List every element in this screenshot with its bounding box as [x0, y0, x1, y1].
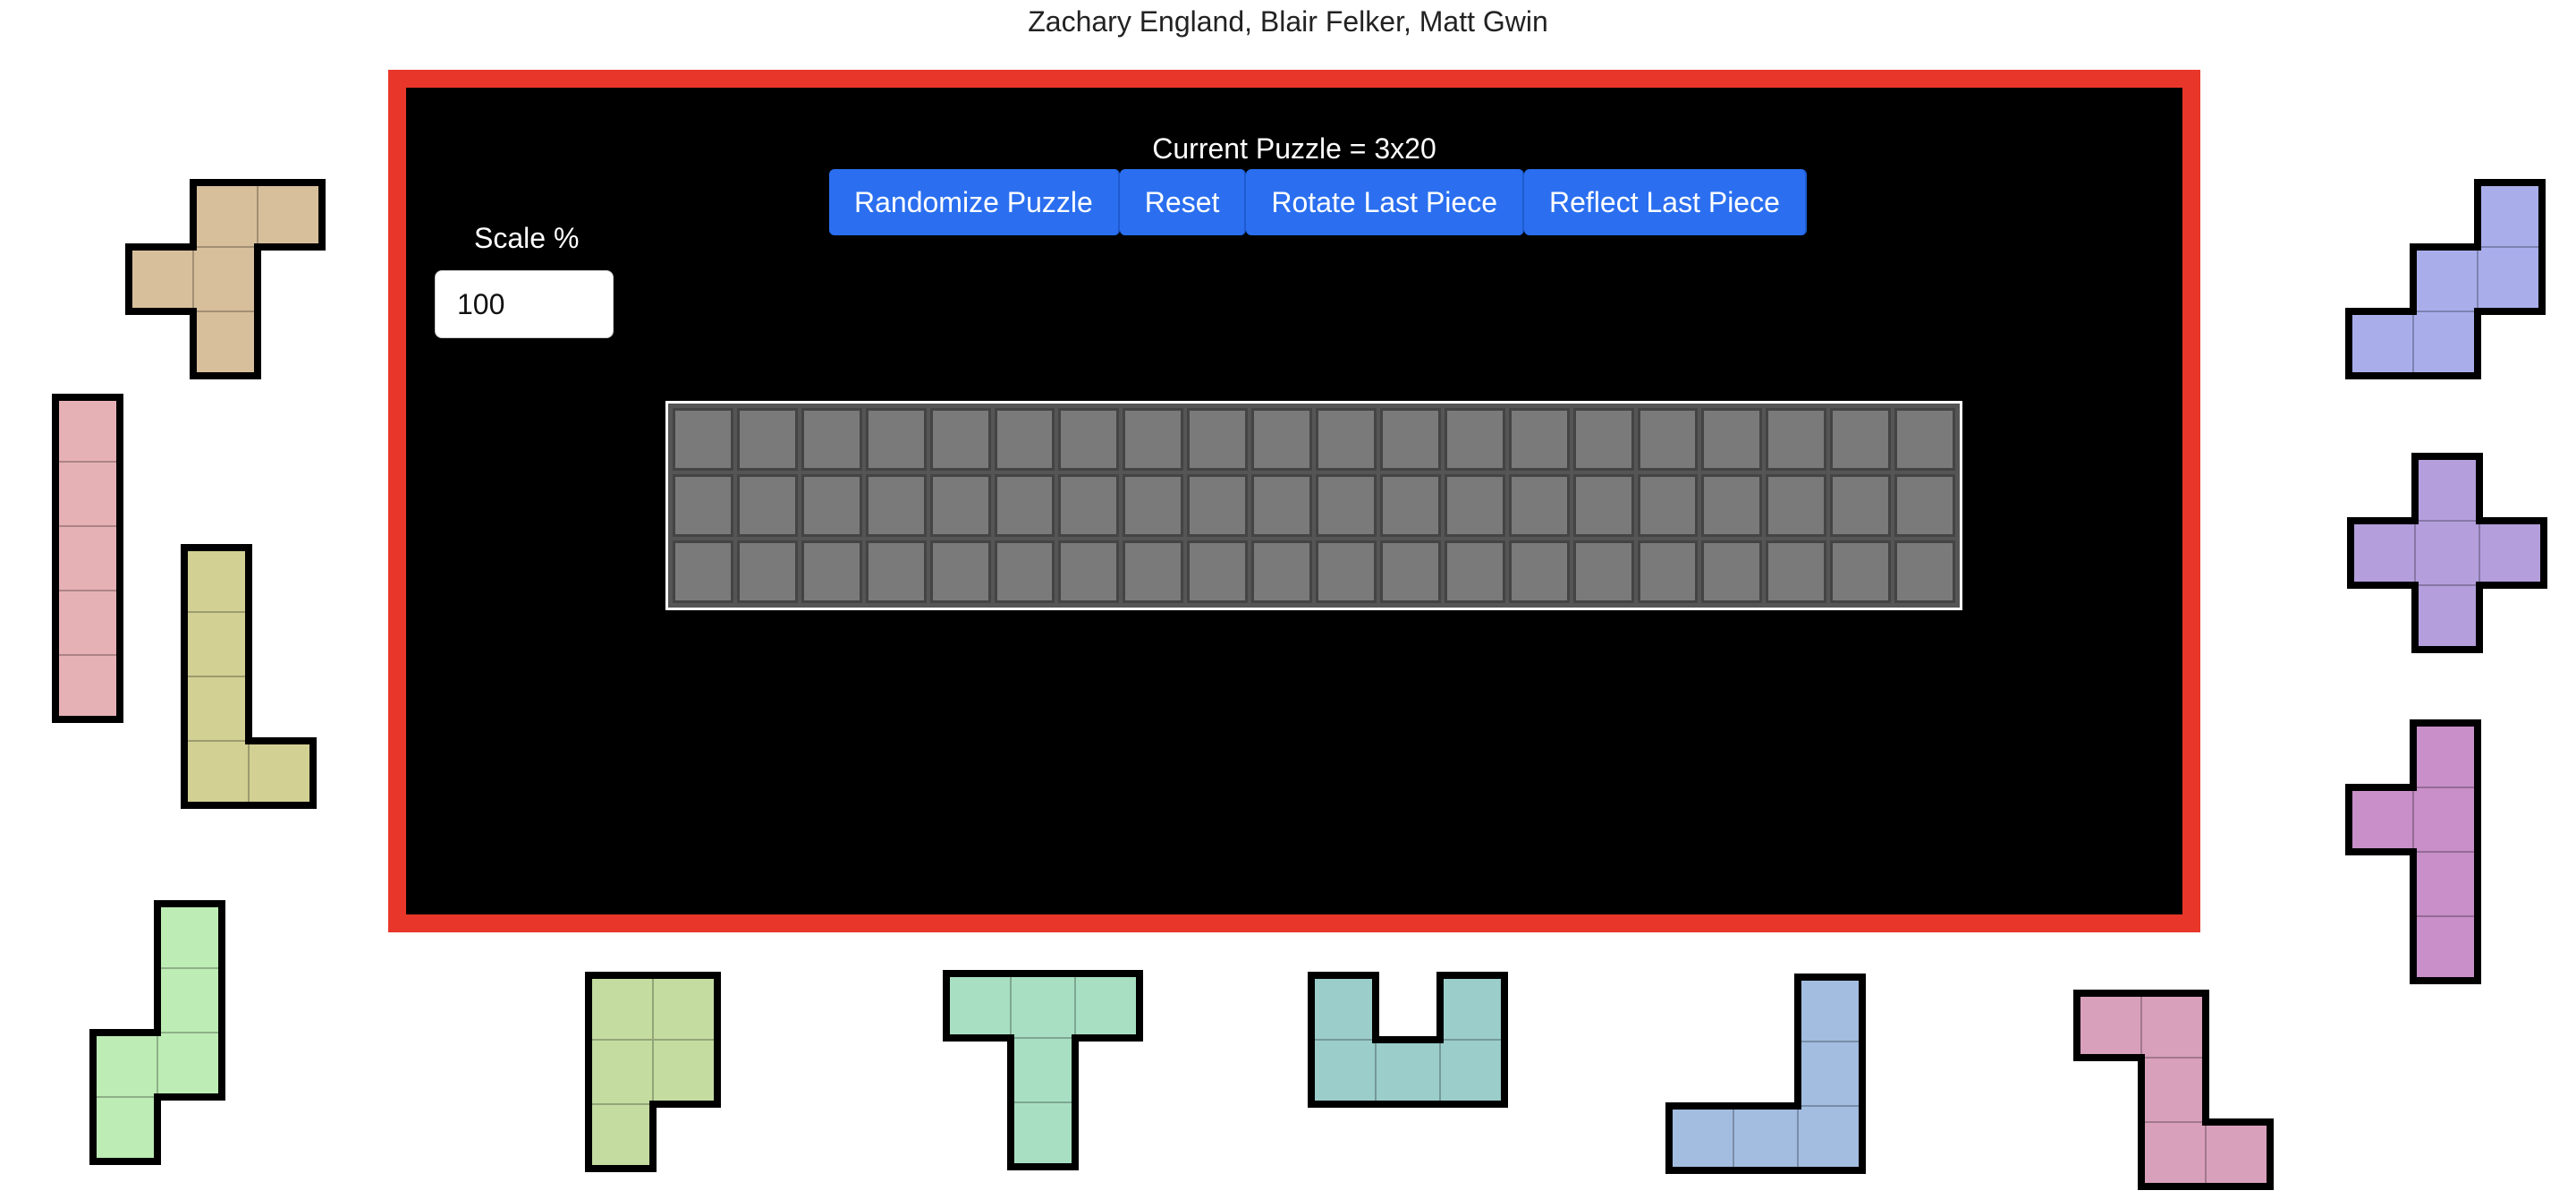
piece-outline [52, 394, 123, 723]
board-cell[interactable] [673, 474, 733, 537]
piece-outline [2345, 179, 2546, 379]
board-cell[interactable] [1830, 474, 1892, 537]
board-cell[interactable] [1508, 540, 1570, 603]
board-cell[interactable] [1894, 474, 1955, 537]
board-cell[interactable] [929, 408, 991, 471]
board-cell[interactable] [1766, 474, 1827, 537]
board-cell[interactable] [1701, 408, 1763, 471]
board-cell[interactable] [1830, 540, 1892, 603]
puzzle-frame: Current Puzzle = 3x20 Randomize Puzzle R… [388, 70, 2200, 932]
piece-outline [1665, 974, 1866, 1174]
board-cell[interactable] [1766, 408, 1827, 471]
board-cell[interactable] [1444, 474, 1505, 537]
board-cell[interactable] [1894, 408, 1955, 471]
board-cell[interactable] [1379, 408, 1441, 471]
board-cell[interactable] [1508, 474, 1570, 537]
board-cell[interactable] [1637, 540, 1699, 603]
board-cell[interactable] [994, 408, 1055, 471]
puzzle-title: Current Puzzle = 3x20 [1152, 132, 1436, 165]
board-cell[interactable] [994, 474, 1055, 537]
board-cell[interactable] [1058, 408, 1120, 471]
board-cell[interactable] [1379, 540, 1441, 603]
board-cell[interactable] [1123, 540, 1184, 603]
scale-label: Scale % [474, 222, 580, 254]
reset-button[interactable]: Reset [1119, 169, 1247, 235]
board-cell[interactable] [1316, 474, 1377, 537]
board-cell[interactable] [1316, 540, 1377, 603]
board-cell[interactable] [1251, 408, 1312, 471]
board-cell[interactable] [1058, 474, 1120, 537]
piece-outline [181, 544, 317, 809]
board-cell[interactable] [801, 540, 862, 603]
board-cell[interactable] [1572, 540, 1634, 603]
board-cell[interactable] [865, 408, 927, 471]
board-cell[interactable] [801, 474, 862, 537]
board-cell[interactable] [1187, 540, 1249, 603]
board-cell[interactable] [1508, 408, 1570, 471]
board-cell[interactable] [929, 540, 991, 603]
board-cell[interactable] [1894, 540, 1955, 603]
board-cell[interactable] [1444, 540, 1505, 603]
board-cell[interactable] [1316, 408, 1377, 471]
board-cell[interactable] [1830, 408, 1892, 471]
board-cell[interactable] [1187, 408, 1249, 471]
piece-outline [1308, 972, 1508, 1108]
board-cell[interactable] [1379, 474, 1441, 537]
board-cell[interactable] [865, 474, 927, 537]
board-cell[interactable] [1637, 408, 1699, 471]
piece-outline [2347, 453, 2547, 653]
board-cell[interactable] [1251, 540, 1312, 603]
piece-outline [585, 972, 721, 1172]
board-cell[interactable] [673, 408, 733, 471]
board-cell[interactable] [1766, 540, 1827, 603]
reflect-last-piece-button[interactable]: Reflect Last Piece [1523, 169, 1807, 235]
piece-outline [2073, 990, 2274, 1190]
toolbar: Randomize Puzzle Reset Rotate Last Piece… [829, 169, 1807, 235]
puzzle-board[interactable] [665, 401, 1962, 610]
board-cell[interactable] [1123, 408, 1184, 471]
board-cell[interactable] [736, 540, 798, 603]
credits: Zachary England, Blair Felker, Matt Gwin [1028, 5, 1548, 38]
board-cell[interactable] [1637, 474, 1699, 537]
board-cell[interactable] [1701, 540, 1763, 603]
board-cell[interactable] [929, 474, 991, 537]
board-cell[interactable] [994, 540, 1055, 603]
app-root: Zachary England, Blair Felker, Matt Gwin… [0, 0, 2576, 1199]
board-cell[interactable] [1572, 408, 1634, 471]
board-cell[interactable] [736, 474, 798, 537]
piece-outline [89, 900, 225, 1165]
board-cell[interactable] [1058, 540, 1120, 603]
board-cell[interactable] [1123, 474, 1184, 537]
board-cell[interactable] [1701, 474, 1763, 537]
board-cell[interactable] [1572, 474, 1634, 537]
piece-outline [125, 179, 326, 379]
board-cell[interactable] [673, 540, 733, 603]
board-cell[interactable] [1187, 474, 1249, 537]
piece-outline [943, 970, 1143, 1170]
randomize-puzzle-button[interactable]: Randomize Puzzle [829, 169, 1120, 235]
board-cell[interactable] [801, 408, 862, 471]
board-cell[interactable] [1251, 474, 1312, 537]
board-cell[interactable] [865, 540, 927, 603]
scale-input[interactable] [435, 270, 614, 338]
board-cell[interactable] [1444, 408, 1505, 471]
piece-outline [2345, 719, 2481, 984]
board-cell[interactable] [736, 408, 798, 471]
rotate-last-piece-button[interactable]: Rotate Last Piece [1246, 169, 1524, 235]
